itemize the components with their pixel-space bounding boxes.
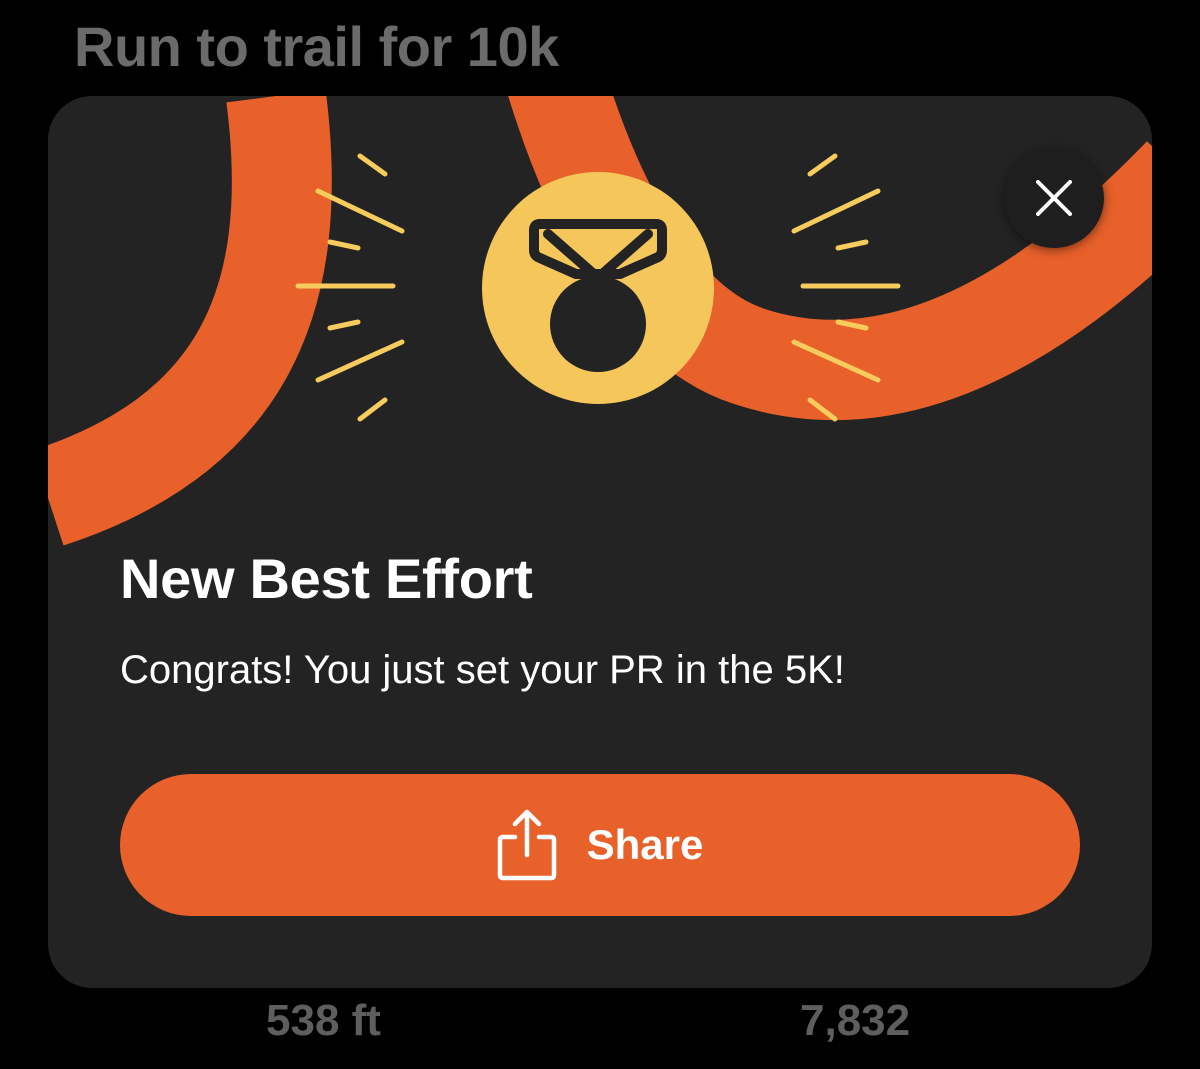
modal-message: Congrats! You just set your PR in the 5K… <box>120 648 845 692</box>
share-button-label: Share <box>586 821 704 868</box>
modal-title: New Best Effort <box>120 547 533 610</box>
medal-badge <box>482 172 714 404</box>
steps-stat: 7,832 <box>800 996 911 1045</box>
page-title: Run to trail for 10k <box>74 15 559 78</box>
close-icon <box>1036 180 1072 216</box>
share-button[interactable]: Share <box>120 774 1080 916</box>
medal-icon <box>482 172 714 404</box>
best-effort-modal: New Best Effort Congrats! You just set y… <box>48 96 1152 988</box>
close-button[interactable] <box>1004 148 1104 248</box>
orange-swoosh-left <box>48 96 332 546</box>
share-icon <box>497 809 556 881</box>
elevation-stat: 538 ft <box>266 996 381 1045</box>
